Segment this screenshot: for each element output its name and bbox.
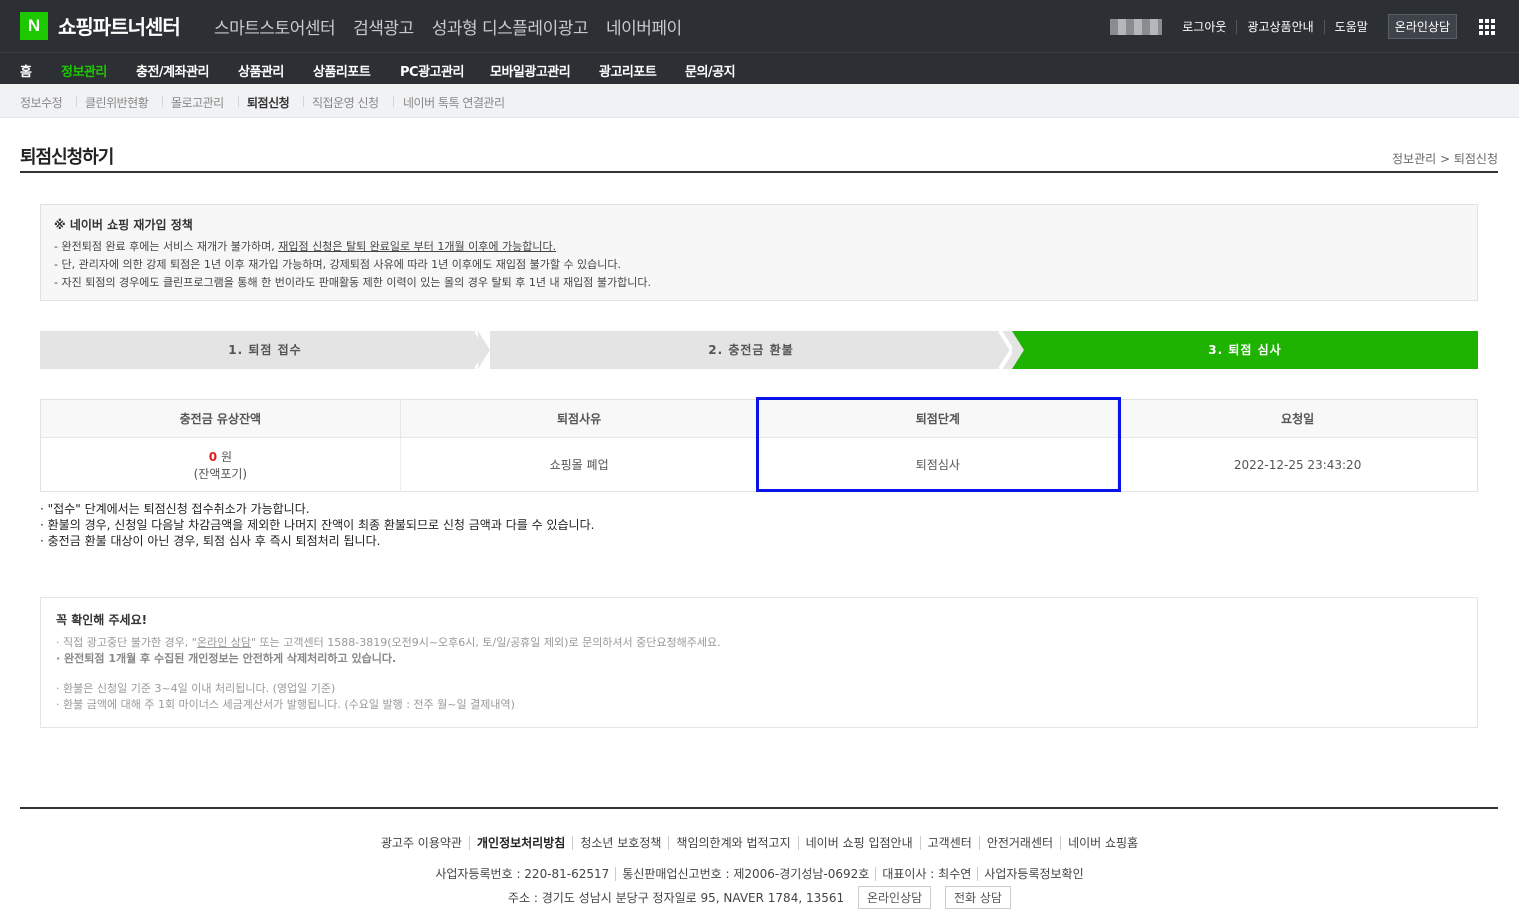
footer-link-shopping-home[interactable]: 네이버 쇼핑홈 bbox=[1060, 836, 1146, 850]
divider bbox=[238, 96, 239, 107]
balance-unit: 원 bbox=[220, 449, 232, 464]
online-consult-link[interactable]: 온라인 상담 bbox=[197, 636, 251, 649]
balance-note: (잔액포기) bbox=[193, 466, 248, 481]
page-title: 퇴점신청하기 bbox=[20, 147, 114, 168]
step-receipt: 1. 퇴점 접수 bbox=[40, 331, 490, 369]
user-id-blurred bbox=[1110, 18, 1163, 35]
check-line: · 환불 금액에 대해 주 1회 마이너스 세금계산서가 발행됩니다. (수요일… bbox=[56, 698, 515, 711]
menu-product-manage[interactable]: 상품관리 bbox=[238, 61, 284, 80]
service-naverpay[interactable]: 네이버페이 bbox=[606, 14, 682, 39]
mail-order-number: 통신판매업신고번호 : 제2006-경기성남-0692호 bbox=[615, 867, 876, 881]
step-review-active: 3. 퇴점 심사 bbox=[1012, 331, 1478, 369]
logout-link[interactable]: 로그아웃 bbox=[1172, 20, 1236, 34]
step-refund: 2. 충전금 환불 bbox=[490, 331, 1012, 369]
divider bbox=[162, 96, 163, 107]
check-notice-box: 꼭 확인해 주세요! · 직접 광고중단 불가한 경우, "온라인 상담" 또는… bbox=[40, 597, 1478, 728]
check-line: · 완전퇴점 1개월 후 수집된 개인정보는 안전하게 삭제처리하고 있습니다. bbox=[56, 652, 397, 665]
business-info-link[interactable]: 사업자등록정보확인 bbox=[977, 867, 1090, 881]
submenu-info-edit[interactable]: 정보수정 bbox=[20, 94, 63, 111]
menu-inquiry[interactable]: 문의/공지 bbox=[685, 61, 736, 80]
sub-menu: 정보수정 클린위반현황 몰로고관리 퇴점신청 직접운영 신청 네이버 톡톡 연결… bbox=[0, 84, 1519, 118]
company-address: 주소 : 경기도 성남시 분당구 정자일로 95, NAVER 1784, 13… bbox=[508, 891, 845, 905]
date-cell: 2022-12-25 23:43:20 bbox=[1117, 437, 1478, 492]
rejoin-policy-notice: ※ 네이버 쇼핑 재가입 정책 - 완전퇴점 완료 후에는 서비스 재개가 불가… bbox=[40, 204, 1478, 301]
check-heading: 꼭 확인해 주세요! bbox=[56, 613, 148, 627]
note-line: · 환불의 경우, 신청일 다음날 차감금액을 제외한 나머지 잔액이 최종 환… bbox=[40, 518, 595, 532]
submenu-mall-logo[interactable]: 몰로고관리 bbox=[171, 94, 224, 111]
reason-cell: 쇼핑몰 폐업 bbox=[399, 437, 758, 492]
policy-line: - 자진 퇴점의 경우에도 클린프로그램을 통해 한 번이라도 판매활동 제한 … bbox=[54, 276, 652, 289]
apps-grid-icon[interactable] bbox=[1479, 18, 1495, 35]
menu-home[interactable]: 홈 bbox=[20, 61, 32, 80]
app-title[interactable]: 쇼핑파트너센터 bbox=[58, 11, 181, 40]
service-nav: 스마트스토어센터 검색광고 성과형 디스플레이광고 네이버페이 bbox=[214, 14, 700, 39]
footer-address-row: 주소 : 경기도 성남시 분당구 정자일로 95, NAVER 1784, 13… bbox=[0, 886, 1519, 909]
stage-highlight-box bbox=[756, 397, 1121, 492]
balance-cell: 0 원 (잔액포기) bbox=[41, 438, 401, 492]
top-header: N 쇼핑파트너센터 스마트스토어센터 검색광고 성과형 디스플레이광고 네이버페… bbox=[0, 0, 1519, 52]
help-link[interactable]: 도움말 bbox=[1323, 19, 1378, 34]
account-links: 로그아웃 광고상품안내 도움말 온라인상담 bbox=[1110, 14, 1495, 39]
footer-divider bbox=[20, 807, 1498, 809]
business-number: 사업자등록번호 : 220-81-62517 bbox=[435, 867, 610, 881]
online-consult-button[interactable]: 온라인상담 bbox=[1387, 14, 1457, 39]
ceo-name: 대표이사 : 최수연 bbox=[875, 867, 978, 881]
title-divider bbox=[20, 171, 1498, 173]
balance-amount: 0 bbox=[208, 449, 218, 464]
menu-product-report[interactable]: 상품리포트 bbox=[313, 61, 371, 80]
service-display-ad[interactable]: 성과형 디스플레이광고 bbox=[432, 14, 589, 39]
footer-link-safe-trade[interactable]: 안전거래센터 bbox=[978, 836, 1061, 850]
check-line: · 환불은 신청일 기준 3~4일 이내 처리됩니다. (영업일 기준) bbox=[56, 682, 336, 695]
footer-link-privacy[interactable]: 개인정보처리방침 bbox=[468, 836, 573, 850]
note-line: · "접수" 단계에서는 퇴점신청 접수취소가 가능합니다. bbox=[40, 502, 310, 516]
note-line: · 충전금 환불 대상이 아닌 경우, 퇴점 심사 후 즉시 퇴점처리 됩니다. bbox=[40, 534, 381, 548]
ad-info-link[interactable]: 광고상품안내 bbox=[1236, 19, 1323, 34]
footer-link-customer-center[interactable]: 고객센터 bbox=[919, 836, 979, 850]
footer-link-youth[interactable]: 청소년 보호정책 bbox=[572, 836, 669, 850]
col-balance: 충전금 유상잔액 bbox=[40, 399, 401, 438]
withdrawal-steps: 1. 퇴점 접수 2. 충전금 환불 3. 퇴점 심사 bbox=[40, 331, 1478, 369]
policy-line: - 단, 관리자에 의한 강제 퇴점은 1년 이후 재가입 가능하며, 강제퇴점… bbox=[54, 258, 622, 271]
menu-pc-ad[interactable]: PC광고관리 bbox=[400, 61, 464, 80]
footer-company-info: 사업자등록번호 : 220-81-62517 통신판매업신고번호 : 제2006-… bbox=[0, 865, 1519, 882]
table-notes: · "접수" 단계에서는 퇴점신청 접수취소가 가능합니다. · 환불의 경우,… bbox=[40, 501, 594, 549]
footer-phone-consult-button[interactable]: 전화 상담 bbox=[945, 886, 1011, 909]
menu-info-manage[interactable]: 정보관리 bbox=[61, 61, 107, 80]
breadcrumb: 정보관리 > 퇴점신청 bbox=[1391, 152, 1498, 166]
footer-link-entry-guide[interactable]: 네이버 쇼핑 입점안내 bbox=[797, 836, 920, 850]
main-menu: 홈 정보관리 충전/계좌관리 상품관리 상품리포트 PC광고관리 모바일광고관리… bbox=[0, 52, 1519, 84]
divider bbox=[393, 96, 394, 107]
menu-ad-report[interactable]: 광고리포트 bbox=[599, 61, 657, 80]
check-line: · 직접 광고중단 불가한 경우, "온라인 상담" 또는 고객센터 1588-… bbox=[56, 636, 721, 649]
menu-charge-account[interactable]: 충전/계좌관리 bbox=[136, 61, 210, 80]
naver-logo-icon[interactable]: N bbox=[20, 12, 48, 40]
service-smartstore[interactable]: 스마트스토어센터 bbox=[214, 14, 336, 39]
policy-heading: ※ 네이버 쇼핑 재가입 정책 bbox=[54, 218, 193, 232]
menu-mobile-ad[interactable]: 모바일광고관리 bbox=[490, 61, 571, 80]
policy-line: - 완전퇴점 완료 후에는 서비스 재개가 불가하며, 재입점 신청은 탈퇴 완… bbox=[54, 240, 557, 253]
col-reason: 퇴점사유 bbox=[399, 399, 758, 438]
submenu-withdrawal[interactable]: 퇴점신청 bbox=[247, 94, 290, 111]
submenu-clean-violation[interactable]: 클린위반현황 bbox=[85, 94, 149, 111]
submenu-direct-operation[interactable]: 직접운영 신청 bbox=[312, 94, 379, 111]
footer-link-legal[interactable]: 책임의한계와 법적고지 bbox=[668, 836, 798, 850]
col-date: 요청일 bbox=[1117, 399, 1478, 438]
submenu-talktalk[interactable]: 네이버 톡톡 연결관리 bbox=[403, 94, 505, 111]
footer-links: 광고주 이용약관 개인정보처리방침 청소년 보호정책 책임의한계와 법적고지 네이버 쇼… bbox=[0, 834, 1519, 851]
footer-link-terms[interactable]: 광고주 이용약관 bbox=[374, 836, 469, 850]
footer-online-consult-button[interactable]: 온라인상담 bbox=[857, 886, 932, 909]
divider bbox=[303, 96, 304, 107]
divider bbox=[76, 96, 77, 107]
service-search-ad[interactable]: 검색광고 bbox=[353, 14, 414, 39]
